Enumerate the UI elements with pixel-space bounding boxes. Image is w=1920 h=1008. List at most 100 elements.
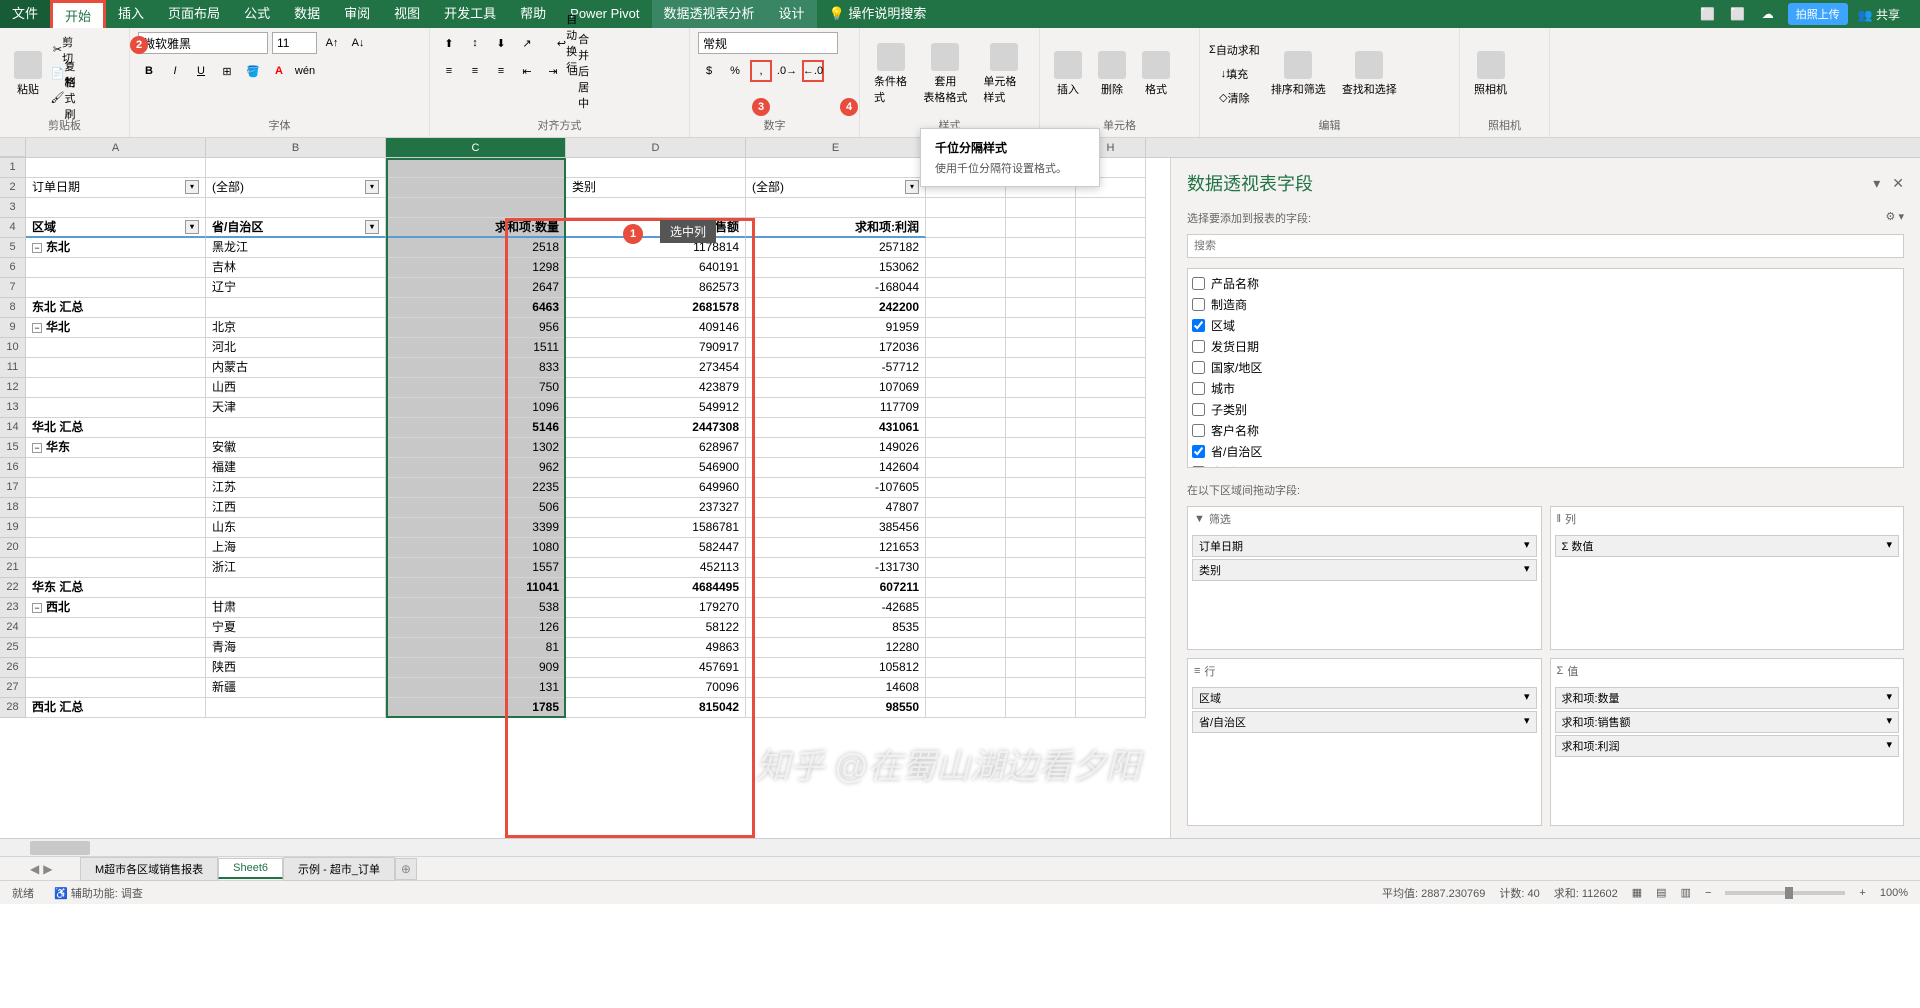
underline-button[interactable]: U (190, 60, 212, 82)
row-header[interactable]: 21 (0, 558, 26, 578)
tab-review[interactable]: 审阅 (332, 0, 382, 28)
row-header[interactable]: 3 (0, 198, 26, 218)
cell[interactable] (1076, 338, 1146, 358)
cell[interactable]: 2681578 (566, 298, 746, 318)
cell[interactable] (26, 498, 206, 518)
cell[interactable] (206, 578, 386, 598)
pivot-field[interactable]: 区域 (1192, 315, 1899, 336)
row-header[interactable]: 15 (0, 438, 26, 458)
cell[interactable]: 12280 (746, 638, 926, 658)
cell[interactable]: -107605 (746, 478, 926, 498)
cell[interactable] (26, 258, 206, 278)
pivot-minimize-icon[interactable]: ▾ (1873, 175, 1880, 192)
cell[interactable] (1076, 278, 1146, 298)
cell[interactable]: 126 (386, 618, 566, 638)
cell[interactable]: −华北 (26, 318, 206, 338)
cell[interactable]: 628967 (566, 438, 746, 458)
cell[interactable]: 431061 (746, 418, 926, 438)
cell[interactable] (1006, 358, 1076, 378)
cell[interactable]: 582447 (566, 538, 746, 558)
sort-filter-button[interactable]: 排序和筛选 (1265, 49, 1332, 99)
row-header[interactable]: 27 (0, 678, 26, 698)
cell[interactable] (1076, 498, 1146, 518)
tab-view[interactable]: 视图 (382, 0, 432, 28)
cell[interactable] (26, 358, 206, 378)
percent-button[interactable]: % (724, 60, 746, 82)
bold-button[interactable]: B (138, 60, 160, 82)
cell[interactable]: 北京 (206, 318, 386, 338)
cell[interactable]: 1511 (386, 338, 566, 358)
row-header[interactable]: 23 (0, 598, 26, 618)
pivot-area-filter[interactable]: ▼筛选 订单日期▾类别▾ (1187, 506, 1542, 650)
cell[interactable]: 1080 (386, 538, 566, 558)
fill-button[interactable]: ↓ 填充 (1208, 63, 1261, 85)
cell[interactable] (1006, 318, 1076, 338)
upload-button[interactable]: 拍照上传 (1788, 3, 1848, 25)
cell[interactable] (1006, 278, 1076, 298)
font-name-input[interactable] (138, 32, 268, 54)
field-checkbox[interactable] (1192, 319, 1205, 332)
cell[interactable]: 省/自治区▾ (206, 218, 386, 238)
pivot-field[interactable]: 国家/地区 (1192, 357, 1899, 378)
merge-button[interactable]: ⊟ 合并后居中 (568, 60, 590, 82)
cell[interactable]: 237327 (566, 498, 746, 518)
cell[interactable] (1076, 518, 1146, 538)
pivot-search-input[interactable] (1187, 234, 1904, 258)
cell[interactable]: 安徽 (206, 438, 386, 458)
col-A[interactable]: A (26, 138, 206, 157)
cell[interactable]: 山西 (206, 378, 386, 398)
cell[interactable]: 新疆 (206, 678, 386, 698)
cell[interactable] (926, 338, 1006, 358)
cell[interactable] (1006, 238, 1076, 258)
cell[interactable]: 西北 汇总 (26, 698, 206, 718)
cell[interactable] (926, 218, 1006, 238)
cell[interactable] (926, 438, 1006, 458)
cell[interactable] (1006, 698, 1076, 718)
row-header[interactable]: 19 (0, 518, 26, 538)
col-E[interactable]: E (746, 138, 926, 157)
tab-design[interactable]: 设计 (767, 0, 817, 28)
pivot-area-item[interactable]: Σ 数值▾ (1555, 535, 1900, 557)
cell[interactable]: 4684495 (566, 578, 746, 598)
cell[interactable]: 452113 (566, 558, 746, 578)
cell[interactable]: 833 (386, 358, 566, 378)
cell[interactable]: 538 (386, 598, 566, 618)
dropdown-icon[interactable]: ▾ (1886, 714, 1892, 730)
cell[interactable]: 2647 (386, 278, 566, 298)
cell[interactable] (1006, 578, 1076, 598)
cell[interactable] (26, 398, 206, 418)
cell[interactable] (26, 198, 206, 218)
cell[interactable]: 607211 (746, 578, 926, 598)
row-header[interactable]: 24 (0, 618, 26, 638)
cell[interactable]: −华东 (26, 438, 206, 458)
cell[interactable]: 121653 (746, 538, 926, 558)
cell[interactable] (926, 558, 1006, 578)
cell[interactable]: 409146 (566, 318, 746, 338)
cell[interactable]: 1298 (386, 258, 566, 278)
clear-button[interactable]: ◇ 清除 (1208, 87, 1261, 109)
zoom-in-button[interactable]: + (1859, 887, 1865, 899)
cell[interactable] (926, 258, 1006, 278)
cell[interactable]: 131 (386, 678, 566, 698)
align-center-button[interactable]: ≡ (464, 60, 486, 82)
cell[interactable]: 70096 (566, 678, 746, 698)
cell[interactable]: 815042 (566, 698, 746, 718)
cell[interactable] (26, 618, 206, 638)
cell[interactable]: 内蒙古 (206, 358, 386, 378)
cell[interactable]: -57712 (746, 358, 926, 378)
align-middle-button[interactable]: ↕ (464, 32, 486, 54)
cell[interactable] (1076, 298, 1146, 318)
cell[interactable]: 423879 (566, 378, 746, 398)
cell[interactable] (746, 198, 926, 218)
cell[interactable]: 山东 (206, 518, 386, 538)
row-header[interactable]: 12 (0, 378, 26, 398)
border-button[interactable]: ⊞ (216, 60, 238, 82)
sheet-nav-prev[interactable]: ◀ (30, 862, 39, 876)
field-checkbox[interactable] (1192, 298, 1205, 311)
cell[interactable] (1006, 298, 1076, 318)
dropdown-icon[interactable]: ▾ (1886, 690, 1892, 706)
row-header[interactable]: 5 (0, 238, 26, 258)
cell[interactable]: 790917 (566, 338, 746, 358)
view-layout-button[interactable]: ▤ (1656, 886, 1666, 899)
cell[interactable]: 青海 (206, 638, 386, 658)
